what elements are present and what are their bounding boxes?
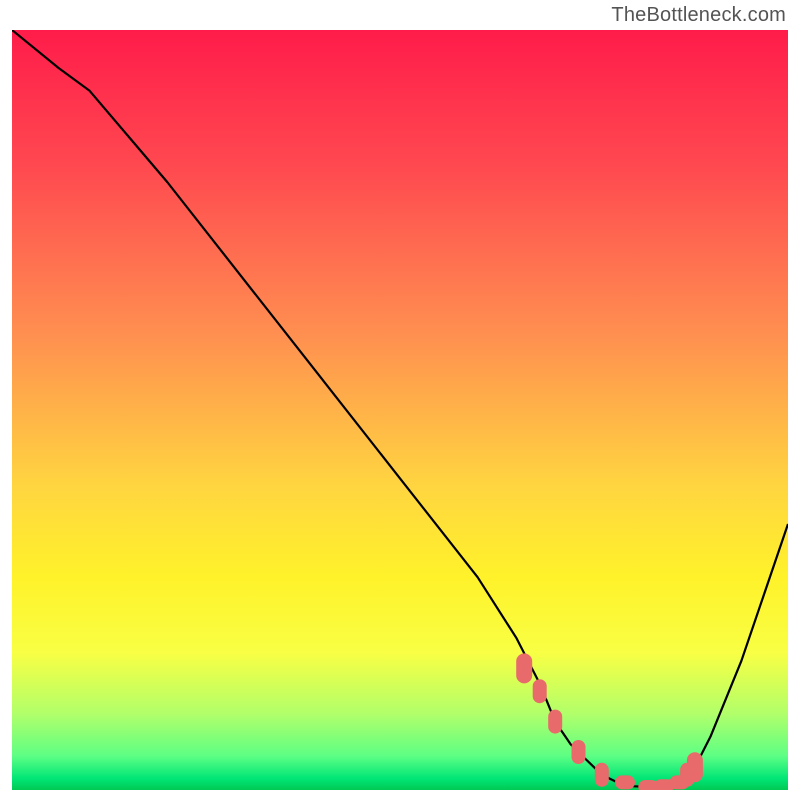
highlight-marker (516, 653, 532, 683)
plot-svg (12, 30, 788, 790)
gradient-background (12, 30, 788, 790)
highlight-marker (595, 763, 609, 787)
watermark-label: TheBottleneck.com (611, 4, 786, 27)
highlight-marker (687, 752, 703, 782)
chart-container: TheBottleneck.com (0, 0, 800, 800)
highlight-marker (548, 710, 562, 734)
highlight-marker (615, 775, 635, 789)
highlight-marker (533, 679, 547, 703)
highlight-marker (572, 740, 586, 764)
plot-area (12, 30, 788, 790)
